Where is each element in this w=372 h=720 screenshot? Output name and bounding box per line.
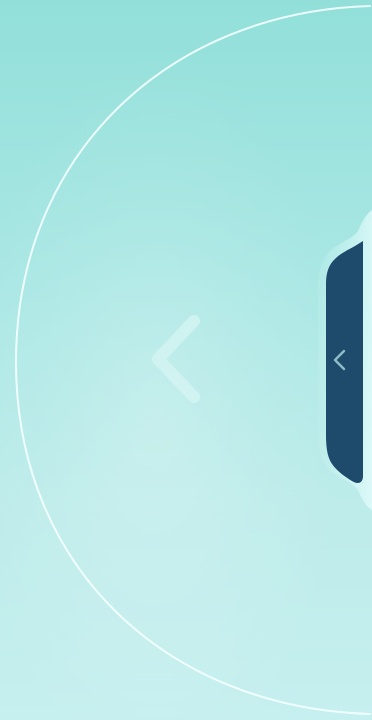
edge-swipe-screen [0,0,372,720]
back-gesture-chevron-icon [148,313,206,405]
edge-tab-chevron-icon [329,346,349,374]
